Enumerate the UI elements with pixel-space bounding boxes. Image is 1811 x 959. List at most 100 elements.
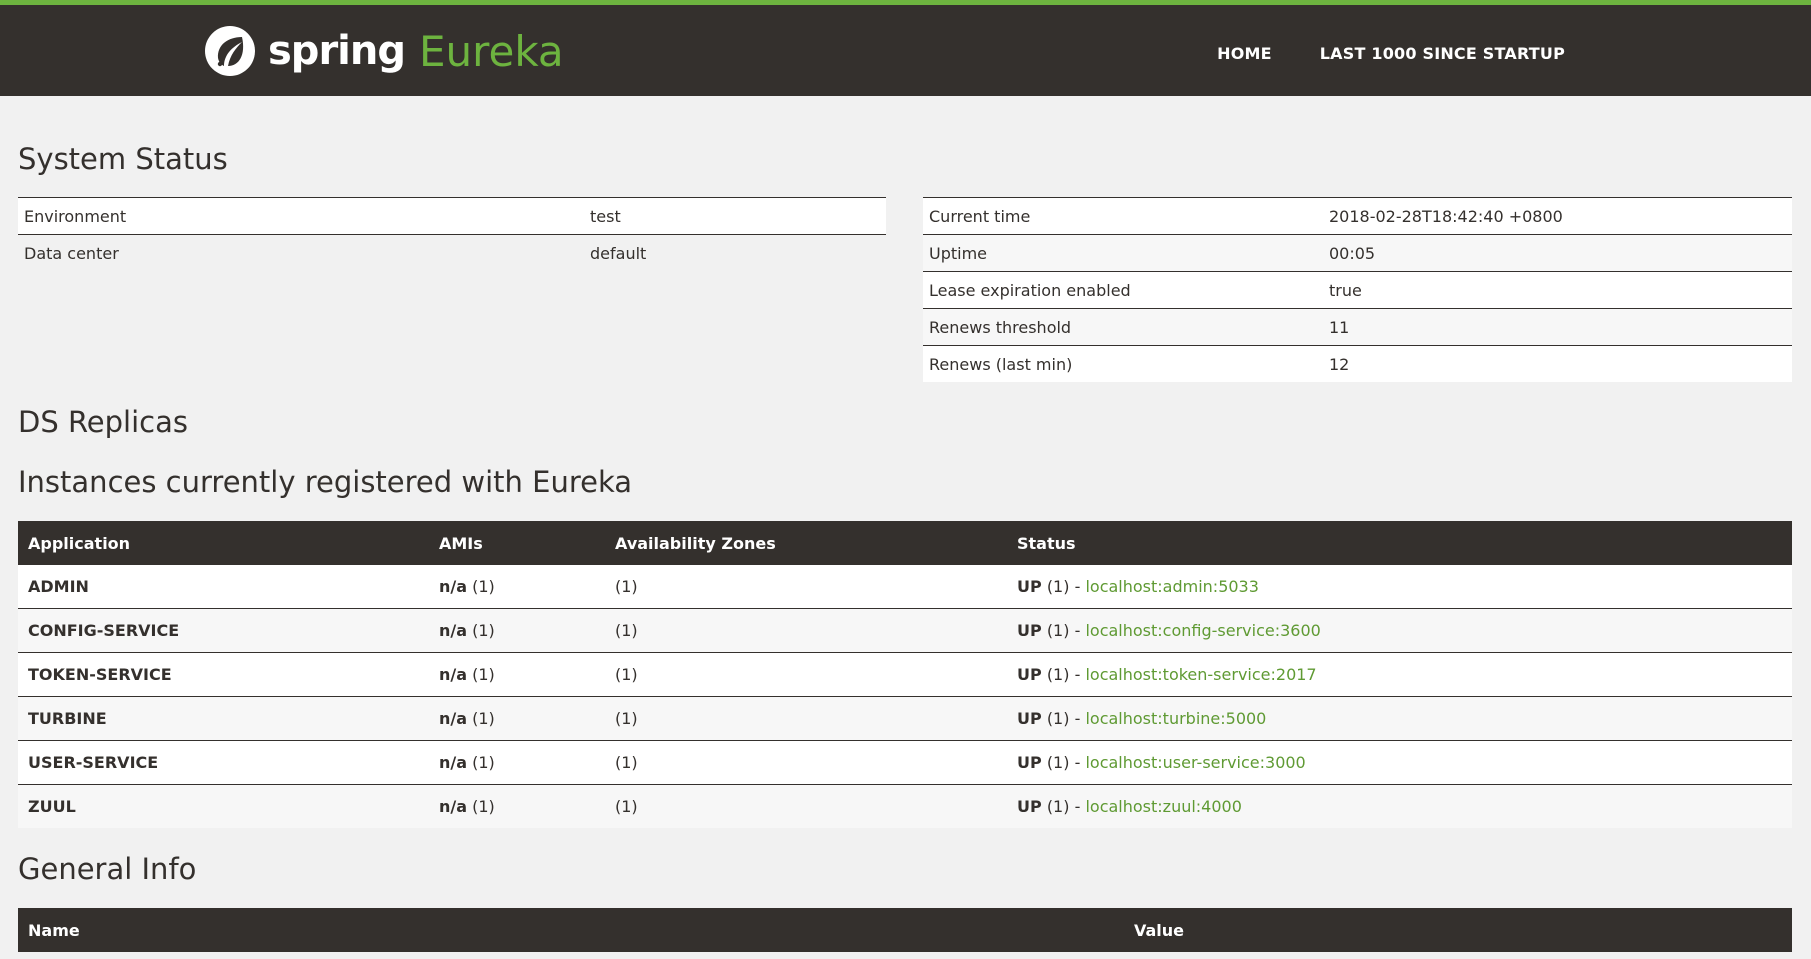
status-label: Lease expiration enabled: [923, 271, 1323, 309]
status-cell: UP (1) - localhost:token-service:2017: [1007, 652, 1792, 697]
nav-last-1000-link[interactable]: LAST 1000 SINCE STARTUP: [1320, 44, 1565, 63]
status-count: (1): [1046, 621, 1070, 640]
table-row: Uptime 00:05: [923, 234, 1792, 272]
top-nav: HOME LAST 1000 SINCE STARTUP: [1217, 5, 1565, 101]
instance-link[interactable]: localhost:turbine:5000: [1085, 709, 1266, 728]
amis-cell: n/a (1): [429, 784, 605, 828]
instances-title: Instances currently registered with Eure…: [18, 465, 633, 499]
status-cell: UP (1) - localhost:user-service:3000: [1007, 740, 1792, 785]
status-value: UP: [1017, 797, 1042, 816]
column-header-name: Name: [18, 908, 1124, 952]
status-separator: -: [1074, 577, 1081, 596]
zones-cell: (1): [605, 784, 1007, 828]
status-count: (1): [1046, 797, 1070, 816]
table-row: Renews threshold 11: [923, 308, 1792, 346]
status-value: true: [1323, 271, 1792, 309]
status-count: (1): [1046, 665, 1070, 684]
zones-cell: (1): [605, 652, 1007, 697]
table-row: Lease expiration enabled true: [923, 271, 1792, 309]
table-row: Renews (last min) 12: [923, 345, 1792, 382]
status-value: default: [584, 234, 886, 271]
table-row: ADMIN n/a (1) (1) UP (1) - localhost:adm…: [18, 565, 1792, 609]
spring-eureka-logo[interactable]: spring Eureka: [202, 21, 564, 81]
amis-cell: n/a (1): [429, 696, 605, 741]
status-label: Environment: [18, 197, 584, 235]
ami-value: n/a: [439, 621, 468, 640]
status-separator: -: [1074, 709, 1081, 728]
status-value: UP: [1017, 665, 1042, 684]
ami-count: (1): [472, 621, 495, 640]
status-value: test: [584, 197, 886, 235]
system-status-title: System Status: [18, 142, 228, 176]
column-header-amis: AMIs: [429, 521, 605, 565]
status-separator: -: [1074, 665, 1081, 684]
ami-value: n/a: [439, 797, 468, 816]
zones-cell: (1): [605, 696, 1007, 741]
status-value: 11: [1323, 308, 1792, 346]
table-row: Environment test: [18, 197, 886, 235]
status-cell: UP (1) - localhost:config-service:3600: [1007, 608, 1792, 653]
application-name: TOKEN-SERVICE: [18, 652, 429, 697]
instance-link[interactable]: localhost:config-service:3600: [1085, 621, 1320, 640]
table-row: TURBINE n/a (1) (1) UP (1) - localhost:t…: [18, 696, 1792, 741]
amis-cell: n/a (1): [429, 652, 605, 697]
ds-replicas-title: DS Replicas: [18, 405, 188, 439]
ami-count: (1): [472, 577, 495, 596]
ami-count: (1): [472, 709, 495, 728]
zones-cell: (1): [605, 565, 1007, 609]
application-name: ZUUL: [18, 784, 429, 828]
status-label: Renews (last min): [923, 345, 1323, 382]
status-count: (1): [1046, 577, 1070, 596]
column-header-status: Status: [1007, 521, 1792, 565]
application-name: USER-SERVICE: [18, 740, 429, 785]
status-count: (1): [1046, 709, 1070, 728]
table-row: Current time 2018-02-28T18:42:40 +0800: [923, 197, 1792, 235]
status-separator: -: [1074, 621, 1081, 640]
status-value: UP: [1017, 709, 1042, 728]
status-separator: -: [1074, 753, 1081, 772]
table-row: ZUUL n/a (1) (1) UP (1) - localhost:zuul…: [18, 784, 1792, 828]
ami-count: (1): [472, 753, 495, 772]
status-separator: -: [1074, 797, 1081, 816]
instance-link[interactable]: localhost:user-service:3000: [1085, 753, 1305, 772]
status-label: Data center: [18, 234, 584, 271]
status-value: UP: [1017, 621, 1042, 640]
status-value: UP: [1017, 753, 1042, 772]
table-row: CONFIG-SERVICE n/a (1) (1) UP (1) - loca…: [18, 608, 1792, 653]
column-header-availability-zones: Availability Zones: [605, 521, 1007, 565]
table-row: TOKEN-SERVICE n/a (1) (1) UP (1) - local…: [18, 652, 1792, 697]
ami-count: (1): [472, 665, 495, 684]
zones-cell: (1): [605, 608, 1007, 653]
instance-link[interactable]: localhost:token-service:2017: [1085, 665, 1316, 684]
column-header-application: Application: [18, 521, 429, 565]
application-name: ADMIN: [18, 565, 429, 609]
logo-eureka-text: Eureka: [419, 26, 564, 76]
instance-link[interactable]: localhost:admin:5033: [1085, 577, 1258, 596]
amis-cell: n/a (1): [429, 740, 605, 785]
status-count: (1): [1046, 753, 1070, 772]
spring-leaf-icon: [205, 26, 255, 76]
ami-value: n/a: [439, 709, 468, 728]
ami-value: n/a: [439, 665, 468, 684]
status-label: Renews threshold: [923, 308, 1323, 346]
application-name: CONFIG-SERVICE: [18, 608, 429, 653]
table-row: Data center default: [18, 234, 886, 271]
general-info-title: General Info: [18, 852, 197, 886]
status-value: 12: [1323, 345, 1792, 382]
status-cell: UP (1) - localhost:admin:5033: [1007, 565, 1792, 609]
status-cell: UP (1) - localhost:zuul:4000: [1007, 784, 1792, 828]
instances-table: Application AMIs Availability Zones Stat…: [18, 521, 1792, 828]
status-label: Current time: [923, 197, 1323, 235]
amis-cell: n/a (1): [429, 608, 605, 653]
status-value: 00:05: [1323, 234, 1792, 272]
amis-cell: n/a (1): [429, 565, 605, 609]
status-value: UP: [1017, 577, 1042, 596]
table-header-row: Name Value: [18, 908, 1792, 952]
status-label: Uptime: [923, 234, 1323, 272]
table-header-row: Application AMIs Availability Zones Stat…: [18, 521, 1792, 565]
instance-link[interactable]: localhost:zuul:4000: [1085, 797, 1241, 816]
nav-home-link[interactable]: HOME: [1217, 44, 1272, 63]
zones-cell: (1): [605, 740, 1007, 785]
system-status-right-table: Current time 2018-02-28T18:42:40 +0800 U…: [923, 197, 1792, 382]
status-value: 2018-02-28T18:42:40 +0800: [1323, 197, 1792, 235]
